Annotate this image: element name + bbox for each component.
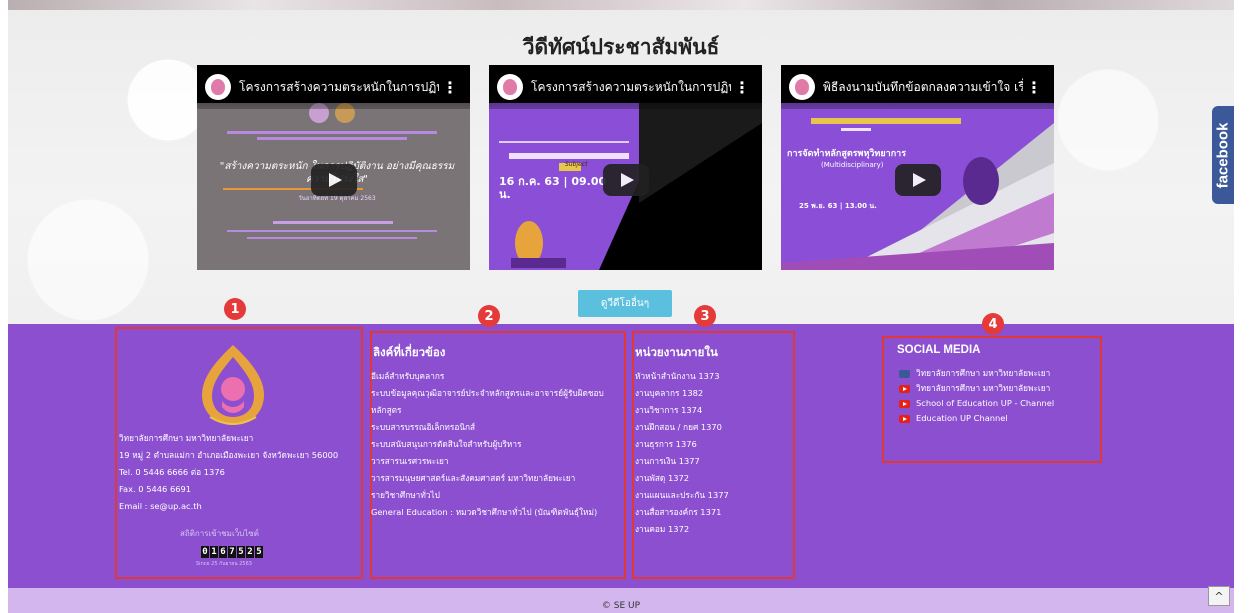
video-card-1[interactable]: "สร้างความตระหนัก ในการปฏิบัติงาน อย่างม… <box>197 65 470 270</box>
facebook-tab-label: facebook <box>1214 122 1232 188</box>
social-media-heading: SOCIAL MEDIA <box>897 344 981 356</box>
video-overlay-sub-2: Subject <box>565 161 588 168</box>
related-links-list: อีเมล์สำหรับบุคลากร ระบบข้อมูลคุณวุฒิอาจ… <box>371 368 623 521</box>
unit-link[interactable]: งานฝึกสอน / กยศ 1370 <box>635 419 793 436</box>
video-overlay-date-3: 25 พ.ย. 63 | 13.00 น. <box>799 202 877 210</box>
related-links-heading: ลิงค์ที่เกี่ยวข้อง <box>373 345 446 359</box>
more-vert-icon[interactable]: ⋮ <box>1026 78 1042 97</box>
social-link-youtube[interactable]: School of Education UP - Channel <box>899 396 1099 411</box>
social-link-label[interactable]: วิทยาลัยการศึกษา มหาวิทยาลัยพะเยา <box>916 366 1050 381</box>
channel-avatar-icon[interactable] <box>205 74 231 100</box>
video-overlay-text-2: 16 ก.ค. 63 | 09.00 น. <box>499 175 607 201</box>
annotation-badge-2: 2 <box>478 305 500 327</box>
section-title: วีดีทัศน์ประชาสัมพันธ์ <box>522 35 720 59</box>
video-overlay-text-3: การจัดทำหลักสูตรพหุวิทยาการ <box>787 149 907 159</box>
related-link[interactable]: ระบบข้อมูลคุณวุฒิอาจารย์ประจำหลักสูตรและ… <box>371 385 623 402</box>
channel-avatar-icon[interactable] <box>789 74 815 100</box>
counter-digit: 2 <box>246 546 254 558</box>
video-card-2[interactable]: 16 ก.ค. 63 | 09.00 น. Subject โครงการสร้… <box>489 65 762 270</box>
page: วีดีทัศน์ประชาสัมพันธ์ "สร้างความตระหนัก… <box>8 0 1234 613</box>
social-link-youtube[interactable]: Education UP Channel <box>899 411 1099 426</box>
related-link[interactable]: ระบบสารบรรณอิเล็กทรอนิกส์ <box>371 419 623 436</box>
visitor-stats-label: สถิติการเข้าชมเว็บไซต์ <box>180 529 259 538</box>
play-icon[interactable] <box>894 163 941 196</box>
facebook-icon <box>899 369 910 378</box>
related-link[interactable]: วารสารนเรศวรพะเยา <box>371 453 623 470</box>
unit-link[interactable]: งานการเงิน 1377 <box>635 453 793 470</box>
video-title-3[interactable]: พิธีลงนามบันทึกข้อตกลงความเข้าใจ เรื่... <box>823 78 1023 97</box>
unit-link[interactable]: งานวิชาการ 1374 <box>635 402 793 419</box>
video-title-1[interactable]: โครงการสร้างความตระหนักในการปฏิบั... <box>239 78 439 97</box>
scroll-to-top-button[interactable]: ^ <box>1208 586 1230 606</box>
video-card-3[interactable]: การจัดทำหลักสูตรพหุวิทยาการ (Multidiscip… <box>781 65 1054 270</box>
video-title-2[interactable]: โครงการสร้างความตระหนักในการปฏิบั... <box>531 78 731 97</box>
more-vert-icon[interactable]: ⋮ <box>442 78 458 97</box>
footer-contact: วิทยาลัยการศึกษา มหาวิทยาลัยพะเยา 19 หมู… <box>119 430 359 515</box>
counter-since: Since 25 กันยายน 2563 <box>196 561 252 567</box>
org-tel: Tel. 0 5446 6666 ต่อ 1376 <box>119 467 225 477</box>
video-title-bar-1: โครงการสร้างความตระหนักในการปฏิบั... ⋮ <box>197 65 470 109</box>
unit-link[interactable]: หัวหน้าสำนักงาน 1373 <box>635 368 793 385</box>
video-title-bar-2: โครงการสร้างความตระหนักในการปฏิบั... ⋮ <box>489 65 762 109</box>
annotation-badge-3: 3 <box>694 305 716 327</box>
related-link[interactable]: หลักสูตร <box>371 402 623 419</box>
related-link[interactable]: วารสารมนุษยศาสตร์และสังคมศาสตร์ มหาวิทยา… <box>371 470 623 487</box>
social-links-list: วิทยาลัยการศึกษา มหาวิทยาลัยพะเยา วิทยาล… <box>899 366 1099 426</box>
video-title-bar-3: พิธีลงนามบันทึกข้อตกลงความเข้าใจ เรื่...… <box>781 65 1054 109</box>
social-link-label[interactable]: Education UP Channel <box>916 411 1008 426</box>
unit-link[interactable]: งานบุคลากร 1382 <box>635 385 793 402</box>
internal-units-heading: หน่วยงานภายใน <box>635 345 718 359</box>
social-link-facebook[interactable]: วิทยาลัยการศึกษา มหาวิทยาลัยพะเยา <box>899 366 1099 381</box>
unit-link[interactable]: งานคอม 1372 <box>635 521 793 538</box>
unit-link[interactable]: งานสื่อสารองค์กร 1371 <box>635 504 793 521</box>
related-link[interactable]: รายวิชาศึกษาทั่วไป <box>371 487 623 504</box>
youtube-icon <box>899 384 910 393</box>
related-link[interactable]: ระบบสนับสนุนการตัดสินใจสำหรับผู้บริหาร <box>371 436 623 453</box>
org-fax: Fax. 0 5446 6691 <box>119 484 192 494</box>
org-email[interactable]: Email : se@up.ac.th <box>119 498 359 515</box>
counter-digit: 1 <box>210 546 218 558</box>
play-icon[interactable] <box>310 163 357 196</box>
more-vert-icon[interactable]: ⋮ <box>734 78 750 97</box>
more-videos-button[interactable]: ดูวีดีโออื่นๆ <box>578 290 672 317</box>
counter-digit: 7 <box>228 546 236 558</box>
counter-digit: 5 <box>237 546 245 558</box>
college-logo <box>202 345 264 425</box>
youtube-icon <box>899 414 910 423</box>
related-link[interactable]: อีเมล์สำหรับบุคลากร <box>371 368 623 385</box>
social-link-label[interactable]: วิทยาลัยการศึกษา มหาวิทยาลัยพะเยา <box>916 381 1050 396</box>
top-banner-strip <box>8 0 1234 10</box>
counter-digit: 5 <box>255 546 263 558</box>
channel-avatar-icon[interactable] <box>497 74 523 100</box>
related-link[interactable]: General Education : หมวดวิชาศึกษาทั่วไป … <box>371 504 623 521</box>
facebook-side-tab[interactable]: facebook <box>1212 106 1234 204</box>
youtube-icon <box>899 399 910 408</box>
unit-link[interactable]: งานธุรการ 1376 <box>635 436 793 453</box>
copyright-text: © SE UP <box>601 601 641 611</box>
org-address: 19 หมู่ 2 ตำบลแม่กา อำเภอเมืองพะเยา จังห… <box>119 450 339 460</box>
annotation-badge-1: 1 <box>224 298 246 320</box>
counter-digit: 0 <box>201 546 209 558</box>
internal-units-list: หัวหน้าสำนักงาน 1373 งานบุคลากร 1382 งาน… <box>635 368 793 538</box>
counter-digit: 6 <box>219 546 227 558</box>
play-icon[interactable] <box>602 163 649 196</box>
social-link-label[interactable]: School of Education UP - Channel <box>916 396 1054 411</box>
annotation-badge-4: 4 <box>982 313 1004 335</box>
unit-link[interactable]: งานแผนและประกัน 1377 <box>635 487 793 504</box>
video-overlay-sub-1: วันอาทิตย์ที่ 19 ตุลาคม 2563 <box>298 195 376 202</box>
visitor-counter: 0 1 6 7 5 2 5 <box>201 546 263 558</box>
org-name: วิทยาลัยการศึกษา มหาวิทยาลัยพะเยา <box>119 433 254 443</box>
unit-link[interactable]: งานพัสดุ 1372 <box>635 470 793 487</box>
social-link-youtube[interactable]: วิทยาลัยการศึกษา มหาวิทยาลัยพะเยา <box>899 381 1099 396</box>
